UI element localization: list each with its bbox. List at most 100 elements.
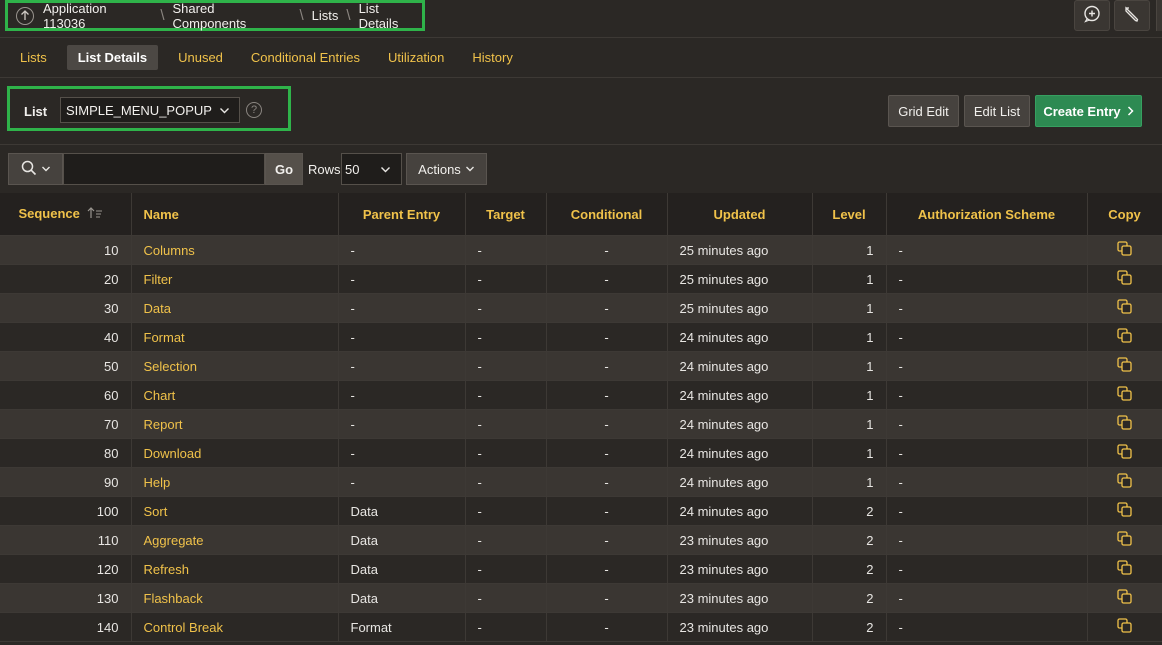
help-icon[interactable]: ? (246, 102, 262, 118)
cell-name-link[interactable]: Refresh (131, 554, 339, 584)
tab-conditional-entries[interactable]: Conditional Entries (243, 45, 368, 70)
cell-parent-entry: - (338, 467, 466, 497)
table-row: 100 Sort Data - -24 minutes ago 2- (0, 496, 1162, 526)
tab-history[interactable]: History (464, 45, 520, 70)
shapes-button[interactable] (1114, 0, 1150, 31)
copy-icon[interactable] (1117, 502, 1132, 520)
cell-updated: 24 minutes ago (667, 351, 813, 381)
table-row: 110 Aggregate Data - -23 minutes ago 2- (0, 525, 1162, 555)
cell-copy (1087, 583, 1162, 613)
column-header-level[interactable]: Level (812, 193, 887, 236)
cell-parent-entry: - (338, 351, 466, 381)
cell-authorization-scheme: - (886, 583, 1088, 613)
column-header-conditional[interactable]: Conditional (546, 193, 668, 236)
copy-icon[interactable] (1117, 473, 1132, 491)
chevron-down-icon (465, 162, 475, 177)
copy-icon[interactable] (1117, 531, 1132, 549)
column-header-sequence[interactable]: Sequence (0, 193, 132, 236)
cell-level: 1 (812, 351, 887, 381)
cell-name-link[interactable]: Selection (131, 351, 339, 381)
cell-name-link[interactable]: Report (131, 409, 339, 439)
cell-level: 1 (812, 264, 887, 294)
cell-name-link[interactable]: Download (131, 438, 339, 468)
cell-level: 2 (812, 554, 887, 584)
column-header-target[interactable]: Target (465, 193, 547, 236)
cell-name-link[interactable]: Help (131, 467, 339, 497)
go-button[interactable]: Go (265, 153, 303, 185)
copy-icon[interactable] (1117, 328, 1132, 346)
cell-authorization-scheme: - (886, 264, 1088, 294)
breadcrumb-separator: \ (160, 7, 165, 24)
cell-authorization-scheme: - (886, 525, 1088, 555)
copy-icon[interactable] (1117, 241, 1132, 259)
cell-updated: 24 minutes ago (667, 409, 813, 439)
actions-button[interactable]: Actions (406, 153, 487, 185)
cell-copy (1087, 351, 1162, 381)
list-select[interactable]: SIMPLE_MENU_POPUP (60, 97, 240, 123)
copy-icon[interactable] (1117, 357, 1132, 375)
cell-name-link[interactable]: Format (131, 322, 339, 352)
copy-icon[interactable] (1117, 270, 1132, 288)
cell-level: 2 (812, 496, 887, 526)
cell-copy (1087, 380, 1162, 410)
cell-updated: 25 minutes ago (667, 293, 813, 323)
cell-copy (1087, 235, 1162, 265)
cell-updated: 23 minutes ago (667, 525, 813, 555)
breadcrumb-item-shared-components[interactable]: Shared Components (173, 1, 292, 31)
cell-conditional: - (546, 264, 668, 294)
list-selector-row: List SIMPLE_MENU_POPUP ? Grid Edit Edit … (0, 79, 1162, 145)
copy-icon[interactable] (1117, 444, 1132, 462)
cell-conditional: - (546, 554, 668, 584)
table-row: 140 Control Break Format - -23 minutes ago 2- (0, 612, 1162, 642)
copy-icon[interactable] (1117, 415, 1132, 433)
sort-ascending-icon (87, 207, 103, 222)
cell-target: - (465, 583, 547, 613)
copy-icon[interactable] (1117, 560, 1132, 578)
search-column-button[interactable] (8, 153, 63, 185)
rows-select[interactable]: 50 (341, 153, 402, 185)
column-header-parent-entry[interactable]: Parent Entry (338, 193, 466, 236)
tab-list-details[interactable]: List Details (66, 45, 159, 70)
create-entry-button[interactable]: Create Entry (1035, 95, 1142, 127)
top-bar-overflow (1156, 0, 1162, 31)
copy-icon[interactable] (1117, 386, 1132, 404)
pencil-ruler-icon (1123, 5, 1141, 26)
column-header-authorization-scheme[interactable]: Authorization Scheme (886, 193, 1088, 236)
search-input[interactable] (63, 153, 265, 185)
cell-copy (1087, 264, 1162, 294)
cell-name-link[interactable]: Columns (131, 235, 339, 265)
breadcrumb-item-application[interactable]: Application 113036 (43, 1, 152, 31)
cell-sequence: 90 (0, 467, 132, 497)
cell-name-link[interactable]: Flashback (131, 583, 339, 613)
cell-sequence: 20 (0, 264, 132, 294)
edit-list-button[interactable]: Edit List (964, 95, 1030, 127)
tab-utilization[interactable]: Utilization (380, 45, 452, 70)
comment-button[interactable] (1074, 0, 1110, 31)
search-icon (21, 160, 37, 179)
cell-sequence: 40 (0, 322, 132, 352)
cell-name-link[interactable]: Filter (131, 264, 339, 294)
actions-label: Actions (418, 161, 461, 177)
tab-unused[interactable]: Unused (170, 45, 231, 70)
copy-icon[interactable] (1117, 618, 1132, 636)
cell-target: - (465, 554, 547, 584)
copy-icon[interactable] (1117, 589, 1132, 607)
cell-target: - (465, 525, 547, 555)
cell-name-link[interactable]: Data (131, 293, 339, 323)
cell-name-link[interactable]: Aggregate (131, 525, 339, 555)
cell-parent-entry: Data (338, 583, 466, 613)
cell-updated: 24 minutes ago (667, 438, 813, 468)
column-header-name[interactable]: Name (131, 193, 339, 236)
copy-icon[interactable] (1117, 299, 1132, 317)
cell-sequence: 140 (0, 612, 132, 642)
column-header-updated[interactable]: Updated (667, 193, 813, 236)
breadcrumb-item-lists[interactable]: Lists (312, 8, 339, 23)
breadcrumb-item-list-details: List Details (358, 0, 399, 31)
tab-lists[interactable]: Lists (12, 45, 55, 70)
cell-name-link[interactable]: Control Break (131, 612, 339, 642)
cell-name-link[interactable]: Chart (131, 380, 339, 410)
arrow-up-icon[interactable] (16, 6, 34, 25)
grid-edit-button[interactable]: Grid Edit (888, 95, 959, 127)
cell-conditional: - (546, 467, 668, 497)
cell-name-link[interactable]: Sort (131, 496, 339, 526)
